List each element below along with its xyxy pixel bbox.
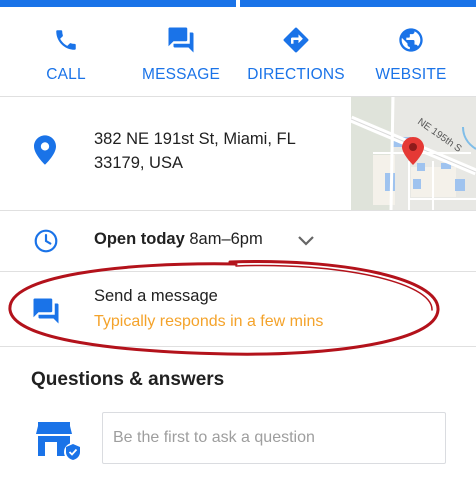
verified-store-icon — [35, 420, 83, 467]
address-line-1: 382 NE 191st St, Miami, FL — [94, 130, 296, 148]
chevron-down-icon[interactable] — [297, 234, 315, 252]
address-row[interactable]: 382 NE 191st St, Miami, FL 33179, USA NE… — [0, 97, 476, 210]
clock-icon — [33, 228, 59, 259]
send-message-row[interactable]: Send a message Typically responds in a f… — [0, 272, 476, 346]
responds-time-text: Typically responds in a few mins — [94, 313, 324, 330]
directions-label: DIRECTIONS — [247, 66, 345, 83]
call-label: CALL — [46, 66, 86, 83]
chat-icon — [31, 296, 61, 331]
tab-indicator-left — [0, 0, 239, 7]
address-text: 382 NE 191st St, Miami, FL 33179, USA — [94, 127, 334, 175]
address-line-2: 33179, USA — [94, 154, 183, 172]
directions-icon — [280, 24, 312, 56]
action-bar: CALL MESSAGE DIRECTIONS WEBSITE — [0, 8, 476, 96]
open-status: Open today — [94, 230, 185, 248]
tab-indicator-right — [239, 0, 476, 7]
tab-indicator-gap — [236, 0, 240, 7]
hours-text: Open today 8am–6pm — [94, 230, 263, 249]
call-button[interactable]: CALL — [16, 8, 116, 96]
ask-question-input[interactable] — [102, 412, 446, 464]
chat-icon — [165, 24, 197, 56]
message-button[interactable]: MESSAGE — [131, 8, 231, 96]
directions-button[interactable]: DIRECTIONS — [236, 8, 356, 96]
website-button[interactable]: WEBSITE — [361, 8, 461, 96]
qa-row — [0, 410, 476, 470]
map-thumbnail[interactable]: NE 195th S — [351, 97, 476, 210]
phone-icon — [50, 24, 82, 56]
top-tab-indicator — [0, 0, 476, 8]
send-message-title: Send a message — [94, 287, 218, 305]
message-label: MESSAGE — [141, 66, 221, 83]
qa-heading: Questions & answers — [31, 369, 225, 390]
hours-time: 8am–6pm — [189, 230, 263, 248]
location-pin-icon — [34, 135, 56, 170]
website-label: WEBSITE — [375, 66, 447, 83]
globe-icon — [395, 24, 427, 56]
divider — [0, 346, 476, 347]
hours-row[interactable]: Open today 8am–6pm — [0, 211, 476, 271]
